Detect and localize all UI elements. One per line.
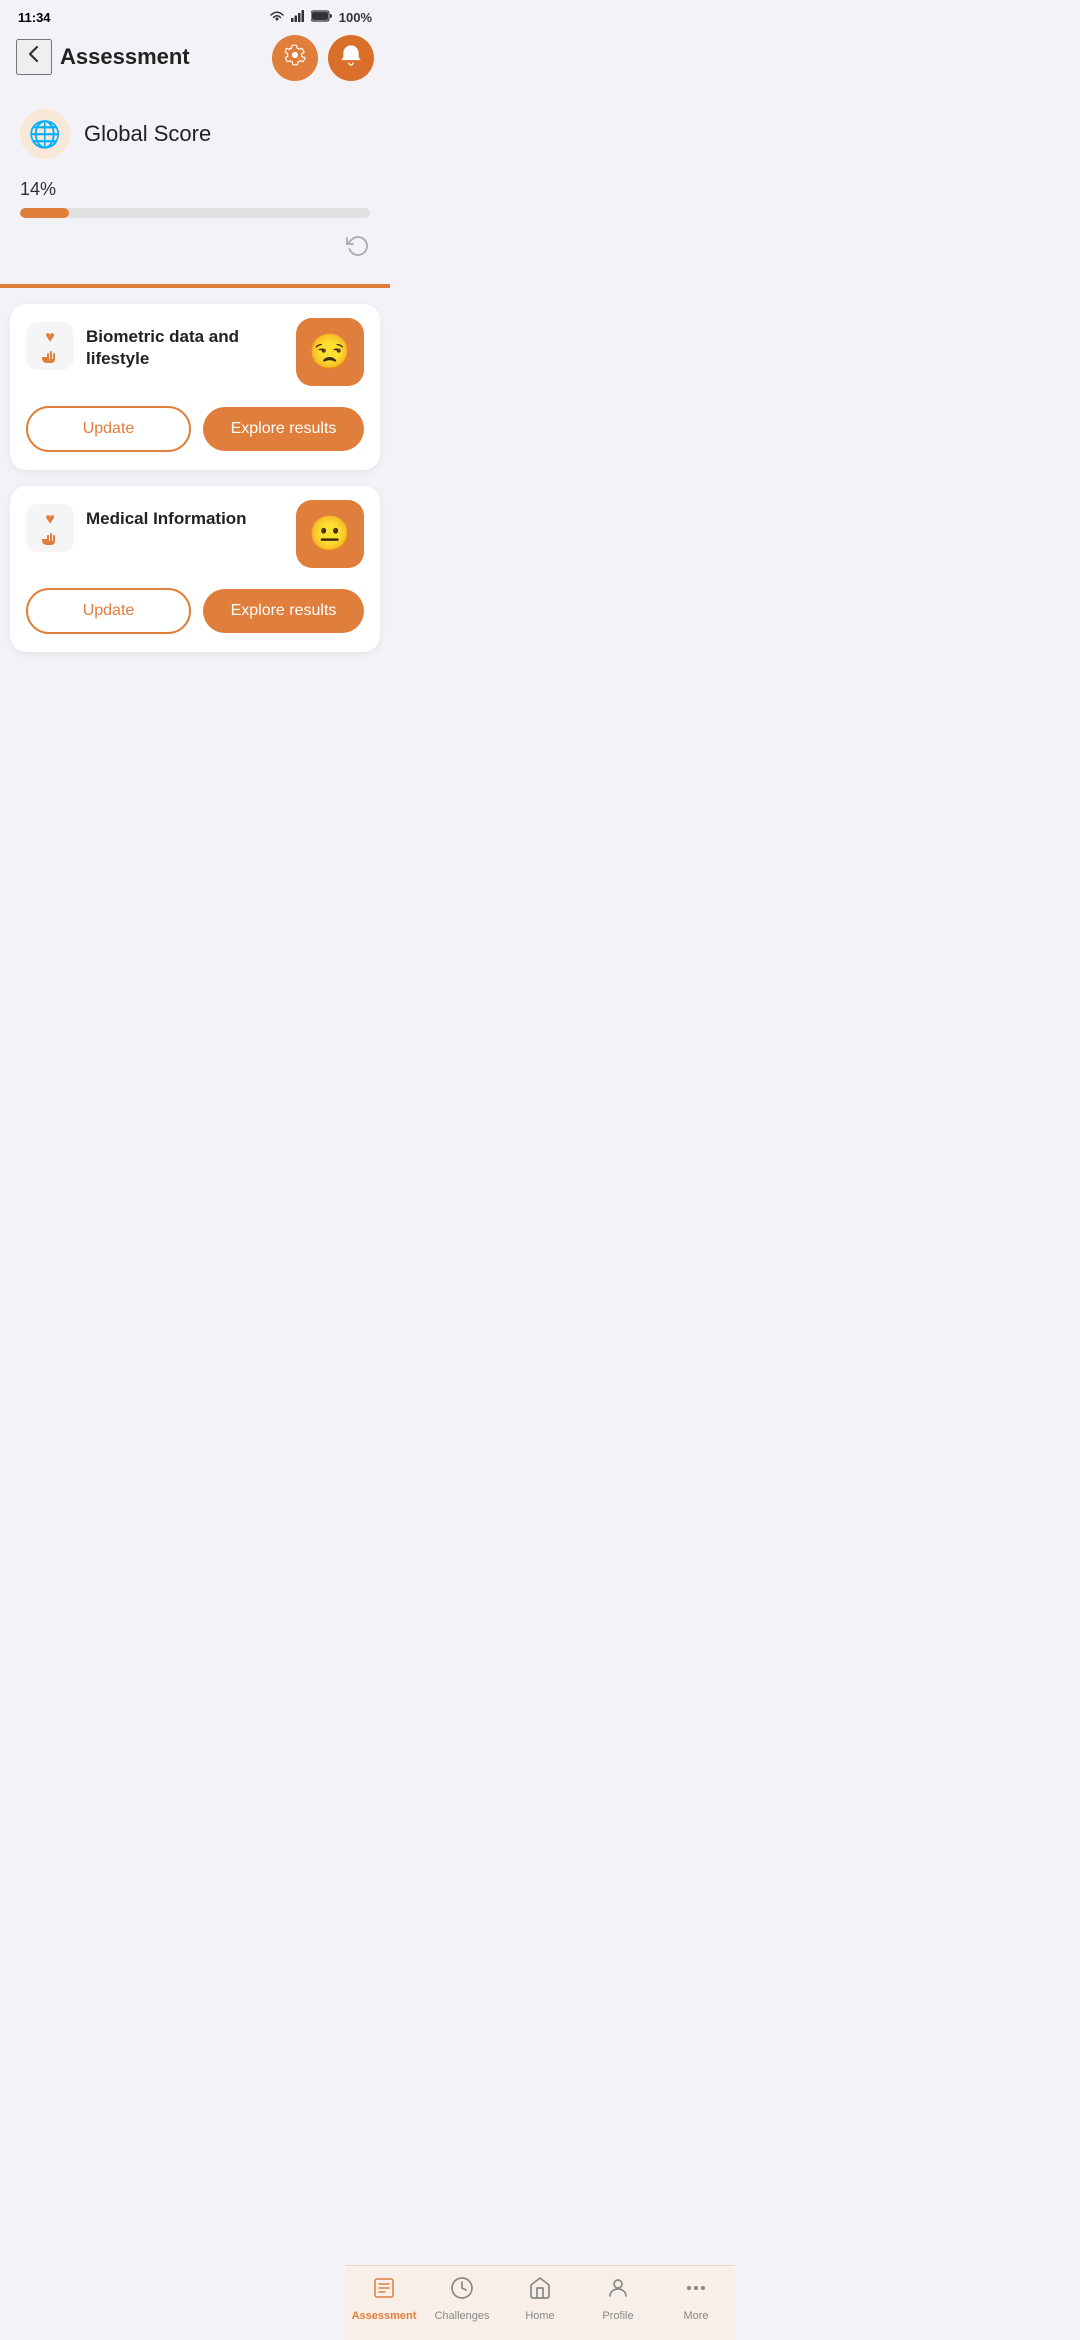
progress-bar-fill bbox=[20, 208, 69, 218]
profile-nav-icon bbox=[606, 2276, 630, 2306]
history-icon[interactable] bbox=[346, 234, 370, 264]
nav-home[interactable]: Home bbox=[501, 2276, 579, 2322]
biometric-icon-wrap: ♥ bbox=[26, 322, 74, 370]
score-percent: 14% bbox=[20, 179, 370, 200]
global-score-title: Global Score bbox=[84, 121, 211, 147]
medical-icon-wrap: ♥ bbox=[26, 504, 74, 552]
settings-button[interactable] bbox=[272, 35, 318, 81]
header-actions bbox=[272, 35, 374, 81]
challenges-nav-label: Challenges bbox=[434, 2310, 489, 2322]
back-button[interactable] bbox=[16, 39, 52, 75]
global-score-section: 🌐 Global Score 14% bbox=[0, 85, 390, 284]
medical-emoji: 😐 bbox=[309, 514, 351, 554]
home-nav-label: Home bbox=[525, 2310, 554, 2322]
biometric-explore-button[interactable]: Explore results bbox=[203, 407, 364, 450]
status-bar: 11:34 100% bbox=[0, 0, 390, 31]
home-nav-icon bbox=[528, 2276, 552, 2306]
medical-explore-button[interactable]: Explore results bbox=[203, 589, 364, 632]
status-time: 11:34 bbox=[18, 10, 51, 25]
medical-emoji-badge: 😐 bbox=[296, 500, 364, 568]
battery-icon bbox=[311, 10, 333, 25]
medical-update-button[interactable]: Update bbox=[26, 588, 191, 634]
assessment-nav-label: Assessment bbox=[352, 2310, 417, 2322]
notification-icon bbox=[340, 44, 362, 72]
biometric-update-button[interactable]: Update bbox=[26, 406, 191, 452]
signal-icon bbox=[291, 10, 305, 25]
page-title: Assessment bbox=[60, 44, 190, 70]
challenges-nav-icon bbox=[450, 2276, 474, 2306]
nav-more[interactable]: More bbox=[657, 2276, 735, 2322]
battery-percent: 100% bbox=[339, 10, 372, 25]
globe-emoji: 🌐 bbox=[29, 119, 61, 150]
history-icon-wrap bbox=[20, 234, 370, 264]
medical-card: ♥ Medical Information 😐 Update Explore r… bbox=[10, 486, 380, 652]
heart-icon-2: ♥ bbox=[45, 511, 55, 529]
bottom-nav: Assessment Challenges Home Profile More bbox=[345, 2265, 735, 2340]
biometric-card-info: ♥ Biometric data and lifestyle bbox=[26, 322, 296, 370]
medical-icon: ♥ bbox=[40, 511, 60, 545]
heart-icon: ♥ bbox=[45, 329, 55, 347]
medical-card-info: ♥ Medical Information bbox=[26, 504, 296, 552]
biometric-emoji: 😒 bbox=[309, 332, 351, 372]
nav-assessment[interactable]: Assessment bbox=[345, 2276, 423, 2322]
nav-profile[interactable]: Profile bbox=[579, 2276, 657, 2322]
medical-card-actions: Update Explore results bbox=[26, 588, 364, 634]
biometric-card-actions: Update Explore results bbox=[26, 406, 364, 452]
nav-challenges[interactable]: Challenges bbox=[423, 2276, 501, 2322]
wifi-icon bbox=[269, 10, 285, 25]
cards-area: ♥ Biometric data and lifestyle 😒 Update … bbox=[0, 288, 390, 752]
biometric-card-top: ♥ Biometric data and lifestyle 😒 bbox=[26, 322, 364, 386]
settings-icon bbox=[284, 44, 306, 72]
global-score-header: 🌐 Global Score bbox=[20, 109, 370, 159]
profile-nav-label: Profile bbox=[602, 2310, 633, 2322]
biometric-card-title: Biometric data and lifestyle bbox=[86, 322, 296, 370]
globe-icon: 🌐 bbox=[20, 109, 70, 159]
more-nav-label: More bbox=[683, 2310, 708, 2322]
biometric-icon: ♥ bbox=[40, 329, 60, 363]
hand-icon bbox=[40, 349, 60, 363]
status-icons: 100% bbox=[269, 10, 372, 25]
hand-icon-2 bbox=[40, 531, 60, 545]
header: Assessment bbox=[0, 31, 390, 85]
biometric-emoji-badge: 😒 bbox=[296, 318, 364, 386]
medical-card-top: ♥ Medical Information 😐 bbox=[26, 504, 364, 568]
more-nav-icon bbox=[684, 2276, 708, 2306]
notification-button[interactable] bbox=[328, 35, 374, 81]
back-icon bbox=[23, 43, 45, 71]
medical-card-title: Medical Information bbox=[86, 504, 247, 530]
biometric-card: ♥ Biometric data and lifestyle 😒 Update … bbox=[10, 304, 380, 470]
assessment-nav-icon bbox=[372, 2276, 396, 2306]
progress-bar bbox=[20, 208, 370, 218]
